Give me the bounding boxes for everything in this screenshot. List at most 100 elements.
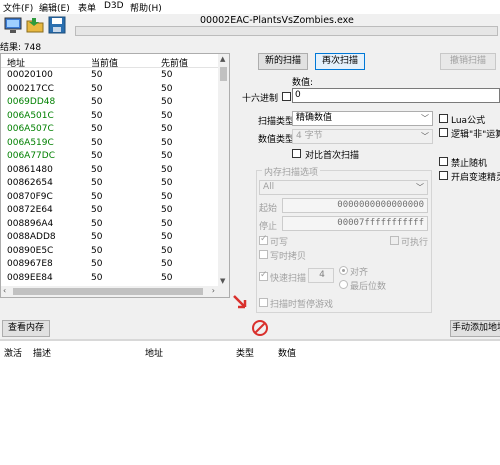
table-row[interactable]: 006A77DC 50 50 [1, 150, 219, 163]
last-digits-radio[interactable] [339, 280, 348, 289]
chevron-down-icon: ﹀ [416, 183, 424, 192]
previous-value-cell: 50 [161, 191, 173, 202]
address-cell: 0069DD48 [7, 97, 56, 107]
stop-label: 停止 [259, 222, 278, 232]
table-row[interactable]: 00870F9C 50 50 [1, 191, 219, 204]
scroll-down-icon[interactable]: ▼ [220, 277, 225, 285]
table-row[interactable]: 00890E5C 50 50 [1, 245, 219, 258]
previous-value-cell: 50 [161, 232, 173, 242]
lua-formula-checkbox[interactable] [439, 114, 448, 123]
current-value-cell: 50 [91, 164, 103, 175]
view-memory-button[interactable]: 查看内存 [2, 320, 50, 337]
scroll-right-icon[interactable]: › [212, 286, 215, 295]
process-title: 00002EAC-PlantsVsZombies.exe [200, 15, 354, 26]
fast-scan-checkbox[interactable] [259, 270, 268, 281]
stop-icon[interactable] [251, 319, 269, 337]
previous-value-cell: 50 [161, 124, 173, 134]
table-row[interactable]: 00861480 50 50 [1, 164, 219, 177]
undo-scan-button[interactable]: 撤销扫描 [440, 53, 496, 70]
open-file-icon[interactable] [26, 16, 44, 34]
save-icon[interactable] [48, 16, 66, 34]
value-input[interactable]: 0 [292, 88, 500, 103]
align-radio[interactable] [339, 266, 348, 275]
memory-region-select[interactable]: All ﹀ [259, 180, 428, 195]
table-row[interactable]: 000217CC 50 50 [1, 83, 219, 96]
col-description[interactable]: 描述 [33, 346, 51, 359]
menu-d3d[interactable]: D3D [104, 1, 124, 11]
col-value[interactable]: 数值 [278, 346, 296, 359]
scan-type-label: 扫描类型 [258, 117, 295, 127]
results-hscroll-thumb[interactable] [13, 288, 203, 295]
copy-on-write-checkbox[interactable] [259, 250, 268, 259]
table-row[interactable]: 0069DD48 50 50 [1, 96, 219, 109]
start-address-field[interactable]: 0000000000000000 [282, 198, 428, 213]
menu-file[interactable]: 文件(F) [3, 1, 33, 14]
hex-checkbox[interactable] [282, 92, 291, 101]
current-value-cell: 50 [91, 83, 103, 94]
table-row[interactable]: 00020100 50 50 [1, 69, 219, 82]
executable-checkbox[interactable] [390, 236, 399, 245]
value-type-value: 4 字节 [296, 131, 323, 141]
previous-value-cell: 50 [161, 245, 173, 256]
previous-value-cell: 50 [161, 178, 173, 188]
col-type[interactable]: 类型 [236, 346, 254, 359]
chevron-down-icon: ﹀ [421, 132, 429, 141]
menu-edit[interactable]: 编辑(E) [39, 1, 70, 14]
table-row[interactable]: 00862654 50 50 [1, 177, 219, 190]
stop-address-field[interactable]: 00007fffffffffff [282, 216, 428, 231]
pause-game-checkbox[interactable] [259, 298, 268, 307]
current-value-cell: 50 [91, 137, 103, 148]
current-value-cell: 50 [91, 178, 103, 188]
cheat-table[interactable]: 激活 描述 地址 类型 数值 [0, 341, 500, 465]
speedhack-checkbox[interactable] [439, 171, 448, 180]
col-address[interactable]: 地址 [7, 56, 25, 69]
no-random-label: 禁止随机 [451, 159, 488, 169]
pause-game-label: 扫描时暂停游戏 [270, 300, 334, 310]
next-scan-button[interactable]: 再次扫描 [315, 53, 365, 70]
fast-scan-value-field[interactable]: 4 [308, 268, 334, 283]
previous-value-cell: 50 [161, 110, 173, 121]
menu-bar: 文件(F) 编辑(E) 表单 D3D 帮助(H) [0, 0, 500, 14]
no-random-checkbox[interactable] [439, 157, 448, 166]
executable-label: 可执行 [401, 238, 429, 248]
menu-help[interactable]: 帮助(H) [130, 1, 162, 14]
writable-checkbox[interactable] [259, 234, 268, 245]
not-operator-checkbox[interactable] [439, 128, 448, 137]
value-type-label: 数值类型 [258, 135, 295, 145]
current-value-cell: 50 [91, 97, 103, 107]
table-row[interactable]: 00872E64 50 50 [1, 204, 219, 217]
scroll-up-icon[interactable]: ▲ [220, 55, 225, 63]
current-value-cell: 50 [91, 259, 103, 269]
table-row[interactable]: 006A501C 50 50 [1, 110, 219, 123]
add-address-manually-button[interactable]: 手动添加地址 [450, 320, 500, 337]
results-header: 地址 当前值 先前值 [1, 54, 219, 69]
scroll-left-icon[interactable]: ‹ [3, 286, 6, 295]
current-value-cell: 50 [91, 70, 103, 80]
table-row[interactable]: 006A507C 50 50 [1, 123, 219, 136]
scan-type-select[interactable]: 精确数值 ﹀ [292, 111, 433, 126]
process-select-icon[interactable] [4, 16, 22, 34]
address-cell: 008967E8 [7, 259, 53, 269]
table-row[interactable]: 008967E8 50 50 [1, 258, 219, 271]
previous-value-cell: 50 [161, 272, 173, 283]
chevron-down-icon: ﹀ [421, 114, 429, 123]
add-to-list-arrow-icon[interactable] [232, 294, 250, 312]
scan-results-list[interactable]: 地址 当前值 先前值 00020100 50 50 000217CC 50 50 0069D… [0, 53, 230, 298]
results-horizontal-scrollbar[interactable]: ‹ › [1, 286, 229, 297]
address-cell: 006A77DC [7, 151, 56, 161]
col-active[interactable]: 激活 [4, 346, 22, 359]
table-row[interactable]: 0089EE84 50 50 [1, 272, 219, 285]
table-row[interactable]: 006A519C 50 50 [1, 137, 219, 150]
address-cell: 000217CC [7, 83, 54, 94]
menu-table[interactable]: 表单 [78, 1, 96, 14]
col-previous[interactable]: 先前值 [161, 56, 188, 69]
col-current[interactable]: 当前值 [91, 56, 118, 69]
compare-first-checkbox[interactable] [292, 149, 301, 158]
value-type-select[interactable]: 4 字节 ﹀ [292, 129, 433, 144]
new-scan-button[interactable]: 新的扫描 [258, 53, 308, 70]
col-table-address[interactable]: 地址 [145, 346, 163, 359]
table-row[interactable]: 008896A4 50 50 [1, 218, 219, 231]
results-scroll-thumb[interactable] [220, 67, 227, 81]
results-vertical-scrollbar[interactable]: ▲ ▼ [218, 54, 229, 286]
table-row[interactable]: 0088ADD8 50 50 [1, 231, 219, 244]
